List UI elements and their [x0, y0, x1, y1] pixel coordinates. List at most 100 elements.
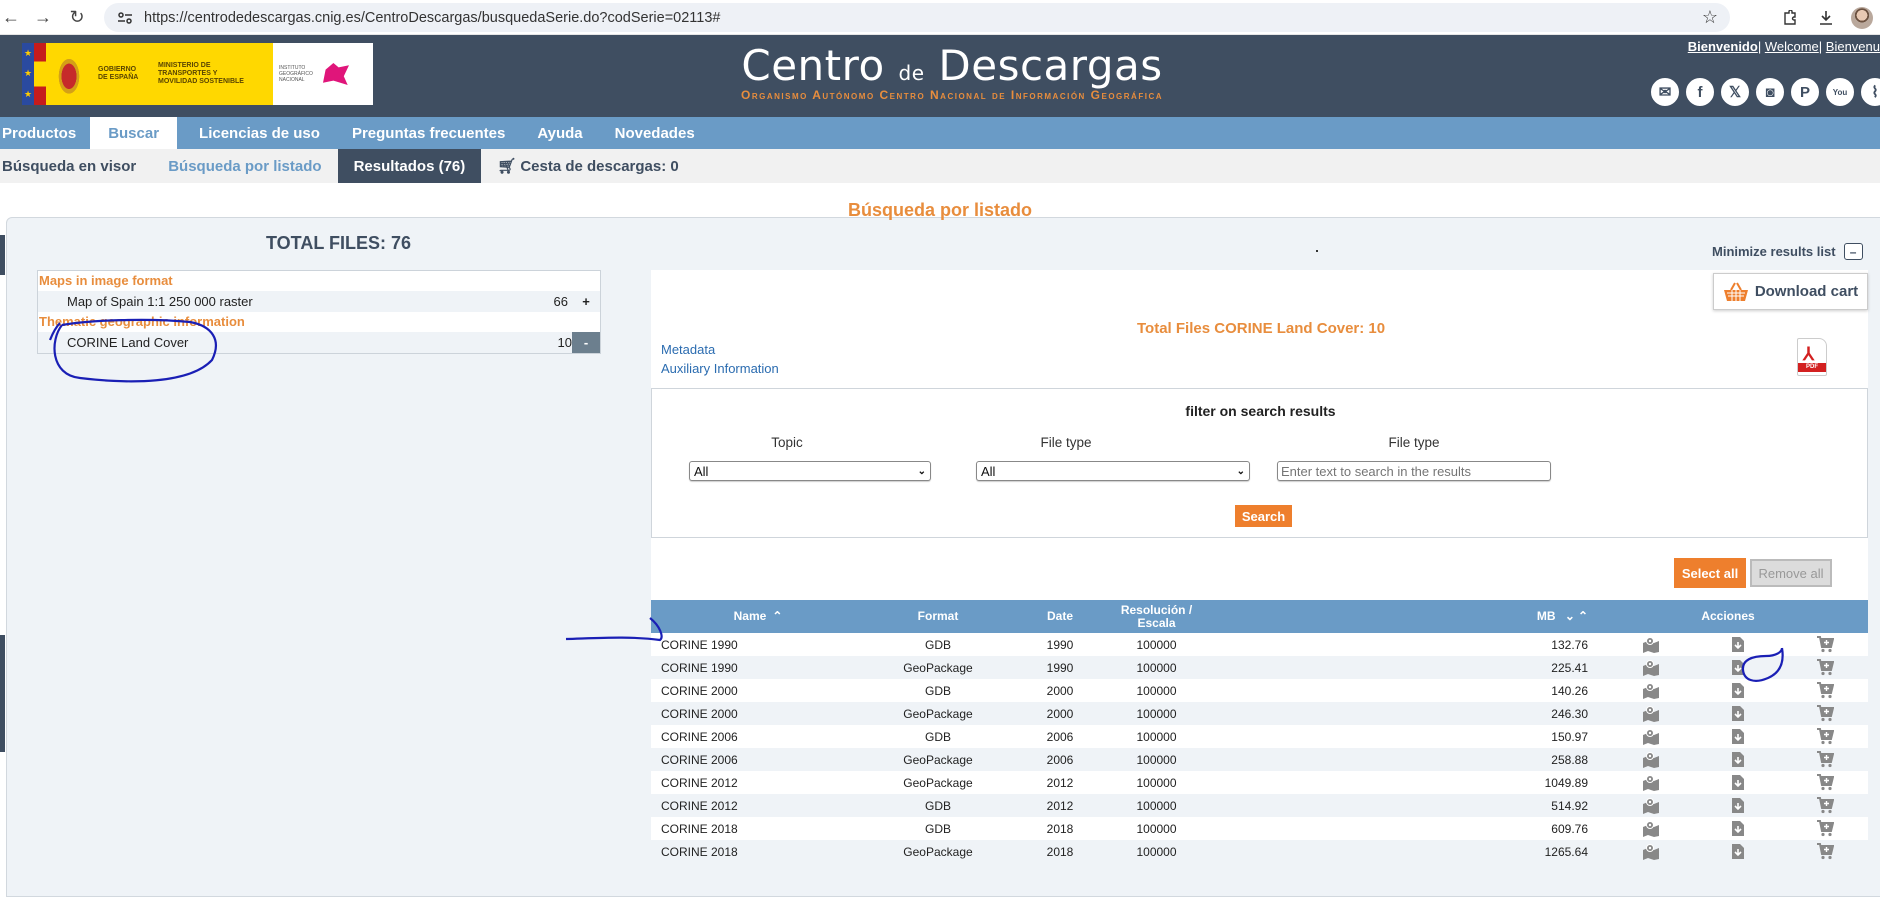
add-to-cart-icon[interactable] — [1815, 636, 1835, 654]
sort-desc-icon[interactable]: ⌄ — [1565, 609, 1575, 623]
add-to-cart-icon[interactable] — [1815, 843, 1835, 861]
cell-name: CORINE 2018 — [661, 844, 738, 859]
minimize-results[interactable]: Minimize results list – — [1712, 243, 1863, 260]
rss-icon[interactable]: ⌇ — [1860, 77, 1880, 107]
lang-fr-link[interactable]: Bienvenu — [1826, 39, 1880, 54]
auxiliary-info-link[interactable]: Auxiliary Information — [661, 361, 779, 376]
tab-busqueda-visor[interactable]: Búsqueda en visor — [0, 149, 152, 183]
select-all-button[interactable]: Select all — [1674, 558, 1746, 588]
topic-select[interactable]: All ⌄ — [689, 461, 931, 481]
download-file-icon[interactable] — [1728, 636, 1748, 654]
sort-asc-icon[interactable]: ⌃ — [1578, 609, 1588, 623]
side-tab[interactable] — [0, 235, 5, 275]
pdf-icon[interactable]: ⅄ PDF — [1797, 338, 1827, 376]
address-bar[interactable]: https://centrodedescargas.cnig.es/Centro… — [104, 3, 1730, 32]
add-to-cart-icon[interactable] — [1815, 728, 1835, 746]
download-file-icon[interactable] — [1728, 705, 1748, 723]
forward-button[interactable]: → — [32, 3, 54, 31]
download-file-icon[interactable] — [1728, 797, 1748, 815]
col-name[interactable]: Name ⌃ — [651, 600, 865, 633]
site-settings-icon[interactable] — [112, 7, 138, 29]
tree-item-map-spain[interactable]: Map of Spain 1:1 250 000 raster 66 + — [38, 291, 600, 312]
reload-button[interactable]: ↻ — [66, 3, 88, 31]
collapse-button[interactable]: - — [572, 332, 600, 353]
download-file-icon[interactable] — [1728, 751, 1748, 769]
add-to-cart-icon[interactable] — [1815, 659, 1835, 677]
cell-name: CORINE 1990 — [661, 660, 738, 675]
download-cart-button[interactable]: Download cart — [1713, 273, 1868, 310]
search-text-input[interactable] — [1277, 461, 1551, 481]
profile-avatar[interactable] — [1844, 0, 1880, 35]
download-file-icon[interactable] — [1728, 682, 1748, 700]
cell-scale: 100000 — [1136, 775, 1177, 790]
col-resolution: Resolución / Escala — [1109, 600, 1204, 633]
tab-busqueda-listado[interactable]: Búsqueda por listado — [152, 149, 337, 183]
filetype-select[interactable]: All ⌄ — [976, 461, 1250, 481]
menu-buscar[interactable]: Buscar — [90, 117, 178, 149]
cell-date: 2006 — [1046, 729, 1074, 744]
add-to-cart-icon[interactable] — [1815, 682, 1835, 700]
url-text[interactable]: https://centrodedescargas.cnig.es/Centro… — [144, 10, 720, 26]
side-tab[interactable] — [0, 635, 5, 752]
bookmark-star-icon[interactable]: ☆ — [1702, 7, 1718, 28]
view-map-icon[interactable] — [1641, 774, 1661, 792]
download-file-icon[interactable] — [1728, 728, 1748, 746]
tree-item-label[interactable]: Map of Spain 1:1 250 000 raster — [38, 294, 538, 309]
download-file-icon[interactable] — [1728, 820, 1748, 838]
download-file-icon[interactable] — [1728, 659, 1748, 677]
downloads-icon[interactable] — [1808, 0, 1844, 35]
cell-name: CORINE 2018 — [661, 821, 738, 836]
lang-en-link[interactable]: Welcome — [1765, 39, 1819, 54]
menu-novedades[interactable]: Novedades — [599, 117, 711, 149]
search-button[interactable]: Search — [1235, 505, 1292, 527]
chevron-down-icon: ⌄ — [1236, 465, 1245, 477]
menu-preguntas[interactable]: Preguntas frecuentes — [336, 117, 521, 149]
download-file-icon[interactable] — [1728, 843, 1748, 861]
col-format: Format — [917, 609, 959, 623]
cell-date: 2006 — [1046, 752, 1074, 767]
view-map-icon[interactable] — [1641, 636, 1661, 654]
view-map-icon[interactable] — [1641, 843, 1661, 861]
cart-link[interactable]: 🛒︎ Cesta de descargas: 0 — [481, 149, 694, 183]
tree-item-label[interactable]: CORINE Land Cover — [38, 335, 542, 350]
lang-es-link[interactable]: Bienvenido — [1688, 39, 1758, 54]
cell-format: GDB — [924, 821, 951, 836]
extensions-icon[interactable] — [1772, 0, 1808, 35]
add-to-cart-icon[interactable] — [1815, 797, 1835, 815]
menu-licencias[interactable]: Licencias de uso — [183, 117, 336, 149]
add-to-cart-icon[interactable] — [1815, 705, 1835, 723]
back-button[interactable]: ← — [0, 3, 22, 31]
metadata-link[interactable]: Metadata — [661, 342, 715, 357]
facebook-icon[interactable]: f — [1685, 77, 1715, 107]
col-mb[interactable]: MB ⌄ ⌃ — [1504, 600, 1588, 633]
cart-icon: 🛒︎ — [497, 158, 517, 175]
minimize-icon[interactable]: – — [1843, 243, 1863, 260]
pinterest-icon[interactable]: P — [1790, 77, 1820, 107]
download-file-icon[interactable] — [1728, 774, 1748, 792]
add-to-cart-icon[interactable] — [1815, 751, 1835, 769]
tab-resultados[interactable]: Resultados (76) — [337, 149, 482, 183]
mail-icon[interactable]: ✉ — [1650, 77, 1680, 107]
view-map-icon[interactable] — [1641, 682, 1661, 700]
cell-actions — [1588, 702, 1868, 725]
view-map-icon[interactable] — [1641, 705, 1661, 723]
government-logo[interactable]: ★ ★ ★ GOBIERNO DE ESPAÑA MINISTERIO DE TRA… — [22, 43, 373, 105]
add-to-cart-icon[interactable] — [1815, 820, 1835, 838]
expand-button[interactable]: + — [572, 291, 600, 312]
menu-productos[interactable]: Productos — [0, 117, 92, 149]
view-map-icon[interactable] — [1641, 751, 1661, 769]
tree-item-corine[interactable]: CORINE Land Cover 10 - — [38, 332, 600, 353]
view-map-icon[interactable] — [1641, 797, 1661, 815]
sort-asc-icon[interactable]: ⌃ — [772, 609, 782, 623]
view-map-icon[interactable] — [1641, 820, 1661, 838]
cell-format: GeoPackage — [903, 775, 973, 790]
menu-ayuda[interactable]: Ayuda — [521, 117, 598, 149]
x-icon[interactable]: 𝕏 — [1720, 77, 1750, 107]
youtube-icon[interactable]: You — [1825, 77, 1855, 107]
view-map-icon[interactable] — [1641, 659, 1661, 677]
view-map-icon[interactable] — [1641, 728, 1661, 746]
add-to-cart-icon[interactable] — [1815, 774, 1835, 792]
instagram-icon[interactable]: ◙ — [1755, 77, 1785, 107]
cell-name: CORINE 2006 — [661, 752, 738, 767]
remove-all-button[interactable]: Remove all — [1750, 559, 1832, 587]
